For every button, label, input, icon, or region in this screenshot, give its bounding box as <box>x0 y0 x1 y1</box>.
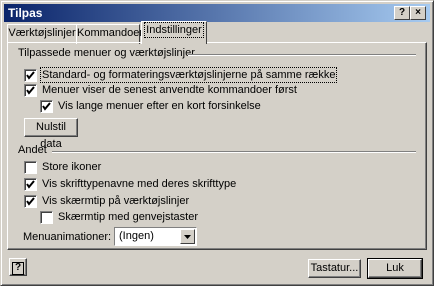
other-group-title: Andet <box>18 144 47 156</box>
group-divider <box>52 151 416 153</box>
close-button[interactable]: Luk <box>367 258 423 279</box>
check-icon <box>42 102 51 111</box>
tab-commands[interactable]: Kommandoer <box>76 24 143 44</box>
font-names-checkbox[interactable] <box>24 178 37 191</box>
large-icons-label[interactable]: Store ikoner <box>42 161 101 173</box>
same-row-checkbox[interactable] <box>24 69 37 82</box>
keyboard-button[interactable]: Tastatur... <box>308 259 361 278</box>
dialog-title: Tilpas <box>8 6 43 20</box>
same-row-label[interactable]: Standard- og formateringsværktøjslinjern… <box>39 67 338 83</box>
title-bar[interactable]: Tilpas ? × <box>4 4 430 22</box>
reset-data-button[interactable]: Nulstil data <box>24 118 78 150</box>
customize-dialog: Tilpas ? × Værktøjslinjer Kommandoer Ind… <box>0 0 434 286</box>
long-menus-checkbox[interactable] <box>40 100 53 113</box>
recent-commands-checkbox[interactable] <box>24 84 37 97</box>
long-menus-label[interactable]: Vis lange menuer efter en kort forsinkel… <box>58 100 261 112</box>
recent-commands-label[interactable]: Menuer viser de senest anvendte kommando… <box>42 84 297 96</box>
close-title-button[interactable]: × <box>410 6 426 20</box>
font-names-label[interactable]: Vis skrifttypenavne med deres skrifttype <box>42 178 236 190</box>
tab-options-label: Indstillinger <box>144 22 204 38</box>
shortcut-keys-label[interactable]: Skærmtip med genvejstaster <box>58 211 198 223</box>
shortcut-keys-checkbox[interactable] <box>40 211 53 224</box>
check-icon <box>26 86 35 95</box>
chevron-down-icon <box>184 235 191 239</box>
help-button[interactable]: ? <box>9 258 27 276</box>
group-divider <box>188 54 416 56</box>
check-icon <box>26 197 35 206</box>
menu-animations-select[interactable]: (Ingen) <box>114 227 197 246</box>
screentips-label[interactable]: Vis skærmtip på værktøjslinjer <box>42 195 189 207</box>
options-panel: Tilpassede menuer og værktøjslinjer Stan… <box>7 42 427 250</box>
screentips-checkbox[interactable] <box>24 195 37 208</box>
tab-toolbars[interactable]: Værktøjslinjer <box>7 24 76 44</box>
large-icons-checkbox[interactable] <box>24 161 37 174</box>
dropdown-arrow[interactable] <box>180 229 195 244</box>
check-icon <box>26 180 35 189</box>
tab-options[interactable]: Indstillinger <box>141 21 207 44</box>
custom-menus-group-title: Tilpassede menuer og værktøjslinjer <box>18 47 195 59</box>
menu-animations-label: Menuanimationer: <box>23 231 112 243</box>
help-icon: ? <box>12 262 24 275</box>
check-icon <box>26 71 35 80</box>
help-title-button[interactable]: ? <box>394 6 410 20</box>
menu-animations-value: (Ingen) <box>119 230 154 242</box>
